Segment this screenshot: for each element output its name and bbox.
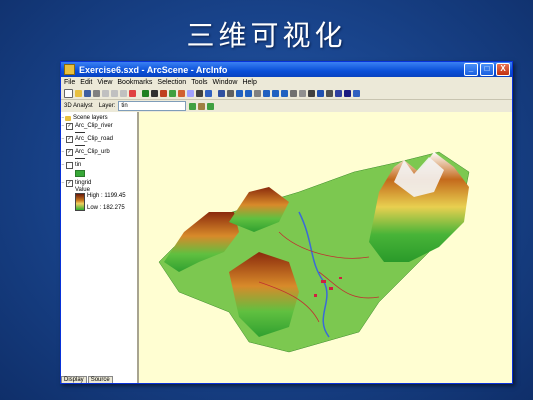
toc-layer-tin[interactable]: − tin (61, 161, 137, 169)
steepest-path-icon[interactable] (198, 102, 206, 110)
title-bar[interactable]: Exercise6.sxd - ArcScene - ArcInfo _ □ X (61, 62, 512, 77)
target-icon[interactable] (308, 90, 315, 97)
window-icon[interactable] (187, 90, 194, 97)
animation-icon[interactable] (178, 90, 185, 97)
delete-icon[interactable] (129, 90, 136, 97)
menu-view[interactable]: View (97, 79, 112, 86)
layer-name: Arc_Clip_river (75, 123, 113, 129)
grid-icon[interactable] (290, 90, 297, 97)
arcscene-window: Exercise6.sxd - ArcScene - ArcInfo _ □ X… (60, 61, 513, 384)
layer-select-value: tin (121, 103, 128, 109)
scene-view[interactable] (139, 112, 512, 383)
tab-source[interactable]: Source (87, 376, 113, 383)
menu-selection[interactable]: Selection (157, 79, 186, 86)
menu-file[interactable]: File (64, 79, 75, 86)
full-extent-icon[interactable] (281, 90, 288, 97)
maximize-button[interactable]: □ (480, 63, 494, 76)
toc-layer-river[interactable]: − ✓ Arc_Clip_river (61, 122, 137, 130)
layer-icon[interactable] (151, 90, 158, 97)
paste-icon[interactable] (120, 90, 127, 97)
line-of-sight-icon[interactable] (207, 102, 215, 110)
close-button[interactable]: X (496, 63, 510, 76)
measure-icon[interactable] (344, 90, 351, 97)
pan-icon[interactable] (254, 90, 261, 97)
window-title: Exercise6.sxd - ArcScene - ArcInfo (79, 64, 228, 75)
road-symbol (75, 145, 85, 146)
toc-layer-road[interactable]: − ✓ Arc_Clip_road (61, 135, 137, 143)
what-is-this-icon[interactable] (353, 90, 360, 97)
toc-layer-urb[interactable]: − ✓ Arc_Clip_urb (61, 148, 137, 156)
contour-icon[interactable] (189, 102, 197, 110)
select-icon[interactable] (326, 90, 333, 97)
help-icon[interactable] (205, 90, 212, 97)
toc-layer-tingrid[interactable]: − ✓ tingrid (61, 179, 137, 187)
river-symbol (75, 132, 85, 133)
navigate-icon[interactable] (218, 90, 225, 97)
menu-bookmarks[interactable]: Bookmarks (117, 79, 152, 86)
identify-icon[interactable] (335, 90, 342, 97)
zoom-out-icon[interactable] (245, 90, 252, 97)
layers-icon (65, 115, 71, 121)
info-icon[interactable] (196, 90, 203, 97)
new-icon[interactable] (64, 89, 73, 98)
save-icon[interactable] (84, 90, 91, 97)
analyst-menu[interactable]: 3D Analyst (64, 103, 93, 109)
urb-symbol (75, 158, 85, 159)
minimize-button[interactable]: _ (464, 63, 478, 76)
menu-tools[interactable]: Tools (191, 79, 207, 86)
print-icon[interactable] (93, 90, 100, 97)
layer-name: tingrid (75, 180, 92, 186)
tin-symbol (75, 170, 85, 177)
open-icon[interactable] (75, 90, 82, 97)
scene-icon[interactable] (169, 90, 176, 97)
app-icon (64, 64, 75, 75)
elevation-ramp (75, 193, 85, 211)
globe-icon[interactable] (317, 90, 324, 97)
tab-display[interactable]: Display (61, 376, 87, 383)
slide-title: 三维可视化 (186, 19, 347, 52)
menu-edit[interactable]: Edit (80, 79, 92, 86)
cut-icon[interactable] (102, 90, 109, 97)
ramp-low: Low : 182.275 (87, 205, 125, 211)
table-of-contents: − Scene layers − ✓ Arc_Clip_river − ✓ Arc_Cl… (61, 112, 139, 383)
toolbox-icon[interactable] (160, 90, 167, 97)
layer-name: Arc_Clip_urb (75, 149, 110, 155)
menu-help[interactable]: Help (242, 79, 256, 86)
add-data-icon[interactable] (142, 90, 149, 97)
toc-tabs: Display Source (61, 376, 114, 383)
ramp-high: High : 1199.45 (87, 193, 126, 199)
layer-label: Layer: (98, 103, 116, 109)
toc-root[interactable]: Scene layers (73, 115, 108, 121)
zoom-target-icon[interactable] (272, 90, 279, 97)
layer-name: Arc_Clip_road (75, 136, 114, 142)
layer-select[interactable]: tin (118, 101, 187, 111)
zoom-icon[interactable] (263, 90, 270, 97)
menu-bar: File Edit View Bookmarks Selection Tools… (61, 77, 512, 88)
menu-window[interactable]: Window (213, 79, 238, 86)
layer-name: tin (75, 162, 82, 168)
center-icon[interactable] (299, 90, 306, 97)
standard-toolbar (61, 88, 512, 100)
fly-icon[interactable] (227, 90, 234, 97)
zoom-in-icon[interactable] (236, 90, 243, 97)
terrain-render (158, 151, 470, 353)
copy-icon[interactable] (111, 90, 118, 97)
